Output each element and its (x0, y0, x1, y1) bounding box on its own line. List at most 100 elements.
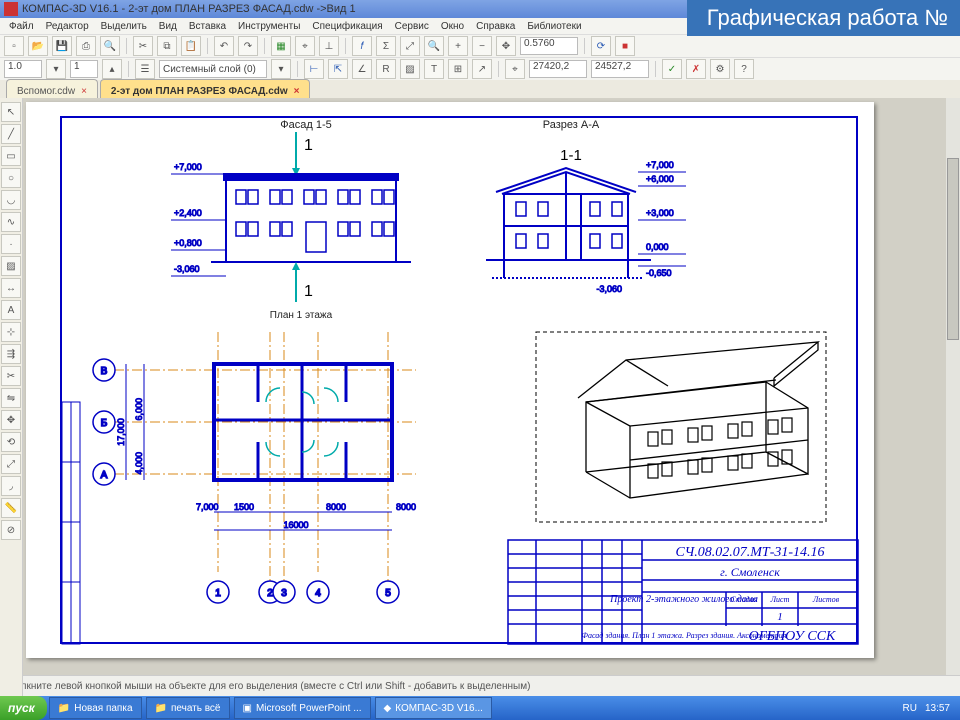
menu-view[interactable]: Вид (154, 21, 182, 32)
scale-dd-icon[interactable]: ▾ (46, 59, 66, 79)
close-icon[interactable]: × (81, 86, 87, 97)
layers-icon[interactable]: ☰ (135, 59, 155, 79)
menu-editor[interactable]: Редактор (41, 21, 94, 32)
rect-icon[interactable]: ▭ (1, 146, 21, 166)
redo-icon[interactable]: ↷ (238, 36, 258, 56)
menu-libs[interactable]: Библиотеки (522, 21, 586, 32)
refresh-icon[interactable]: ⟳ (591, 36, 611, 56)
mirror-icon[interactable]: ⇋ (1, 388, 21, 408)
dim-tool-icon[interactable]: ↔ (1, 278, 21, 298)
coord-y[interactable]: 24527,2 (591, 60, 649, 78)
ortho-icon[interactable]: ⊥ (319, 36, 339, 56)
menu-insert[interactable]: Вставка (184, 21, 231, 32)
dim-align-icon[interactable]: ⇱ (328, 59, 348, 79)
cut-icon[interactable]: ✂ (133, 36, 153, 56)
arc-icon[interactable]: ◡ (1, 190, 21, 210)
line-icon[interactable]: ╱ (1, 124, 21, 144)
tab-doc-2[interactable]: 2-эт дом ПЛАН РАЗРЕЗ ФАСАД.cdw× (100, 79, 311, 100)
settings-icon[interactable]: ⚙ (710, 59, 730, 79)
task-print[interactable]: 📁печать всё (146, 697, 230, 719)
svg-text:Лист: Лист (770, 595, 790, 604)
menu-spec[interactable]: Спецификация (307, 21, 387, 32)
open-icon[interactable]: 📂 (28, 36, 48, 56)
ok-icon[interactable]: ✓ (662, 59, 682, 79)
menu-window[interactable]: Окно (436, 21, 469, 32)
text-tool-icon[interactable]: A (1, 300, 21, 320)
close-icon[interactable]: × (294, 86, 300, 97)
leader-icon[interactable]: ↗ (472, 59, 492, 79)
stop-icon[interactable]: ■ (615, 36, 635, 56)
zoom-in-icon[interactable]: + (448, 36, 468, 56)
scrollbar-vertical[interactable] (945, 98, 960, 686)
paste-icon[interactable]: 📋 (181, 36, 201, 56)
task-kompas[interactable]: ◆КОМПАС-3D V16... (375, 697, 492, 719)
zoom-win-icon[interactable]: 🔍 (424, 36, 444, 56)
menu-help[interactable]: Справка (471, 21, 520, 32)
scale-field[interactable]: 1.0 (4, 60, 42, 78)
break-icon[interactable]: ⊘ (1, 520, 21, 540)
sep (128, 61, 129, 77)
zoom-field[interactable]: 0.5760 (520, 37, 578, 55)
spline-icon[interactable]: ∿ (1, 212, 21, 232)
preview-icon[interactable]: 🔍 (100, 36, 120, 56)
start-button[interactable]: пуск (0, 696, 47, 720)
app-icon (4, 2, 18, 16)
move-icon[interactable]: ✥ (1, 410, 21, 430)
library-icon[interactable]: 𝑓 (352, 36, 372, 56)
dim-rad-icon[interactable]: R (376, 59, 396, 79)
zoom-out-icon[interactable]: − (472, 36, 492, 56)
fillet-icon[interactable]: ◞ (1, 476, 21, 496)
point-icon[interactable]: · (1, 234, 21, 254)
copy-icon[interactable]: ⧉ (157, 36, 177, 56)
trim-icon[interactable]: ✂ (1, 366, 21, 386)
menu-file[interactable]: Файл (4, 21, 39, 32)
table-icon[interactable]: ⊞ (448, 59, 468, 79)
task-powerpoint[interactable]: ▣Microsoft PowerPoint ... (234, 697, 371, 719)
tab-doc-1[interactable]: Вспомог.cdw× (6, 79, 98, 100)
undo-icon[interactable]: ↶ (214, 36, 234, 56)
menu-tools[interactable]: Инструменты (233, 21, 305, 32)
spin-up-icon[interactable]: ▴ (102, 59, 122, 79)
menu-service[interactable]: Сервис (390, 21, 434, 32)
save-icon[interactable]: 💾 (52, 36, 72, 56)
layer-dd-icon[interactable]: ▾ (271, 59, 291, 79)
scale-tool-icon[interactable]: ⤢ (1, 454, 21, 474)
drawing-canvas[interactable]: Фасад 1-5 1 +7,000 +2,400 +0,800 -3,060 (22, 98, 946, 686)
dim-ang-icon[interactable]: ∠ (352, 59, 372, 79)
task-folder[interactable]: 📁Новая папка (49, 697, 142, 719)
svg-text:6,000: 6,000 (134, 398, 144, 421)
svg-text:+7,000: +7,000 (646, 160, 674, 170)
circle-icon[interactable]: ○ (1, 168, 21, 188)
hatch-icon[interactable]: ▨ (400, 59, 420, 79)
axis-icon[interactable]: ⊹ (1, 322, 21, 342)
help-icon[interactable]: ? (734, 59, 754, 79)
dim-linear-icon[interactable]: ⊢ (304, 59, 324, 79)
toolbar-view: 1.0 ▾ 1 ▴ ☰ Системный слой (0) ▾ ⊢ ⇱ ∠ R… (0, 57, 960, 80)
svg-text:Б: Б (101, 418, 108, 429)
svg-text:Листов: Листов (812, 595, 840, 604)
grid-icon[interactable]: ▦ (271, 36, 291, 56)
scroll-thumb[interactable] (947, 158, 959, 340)
new-icon[interactable]: ▫ (4, 36, 24, 56)
coord-toggle-icon[interactable]: ⌖ (505, 59, 525, 79)
spin-field[interactable]: 1 (70, 60, 98, 78)
hatch-tool-icon[interactable]: ▨ (1, 256, 21, 276)
text-icon[interactable]: T (424, 59, 444, 79)
pointer-icon[interactable]: ↖ (1, 102, 21, 122)
lang-indicator[interactable]: RU (903, 703, 917, 714)
offset-icon[interactable]: ⇶ (1, 344, 21, 364)
system-tray[interactable]: RU 13:57 (893, 703, 960, 714)
cancel-icon[interactable]: ✗ (686, 59, 706, 79)
rotate-icon[interactable]: ⟲ (1, 432, 21, 452)
measure-icon[interactable]: 📏 (1, 498, 21, 518)
status-text: Щелкните левой кнопкой мыши на объекте д… (6, 681, 530, 692)
plan-view: План 1 этажа (93, 310, 416, 603)
menu-select[interactable]: Выделить (96, 21, 152, 32)
pan-icon[interactable]: ✥ (496, 36, 516, 56)
zoom-fit-icon[interactable]: ⤢ (400, 36, 420, 56)
snap-icon[interactable]: ⌖ (295, 36, 315, 56)
print-icon[interactable]: ⎙ (76, 36, 96, 56)
coord-x[interactable]: 27420,2 (529, 60, 587, 78)
layer-combo[interactable]: Системный слой (0) (159, 60, 267, 78)
vars-icon[interactable]: Σ (376, 36, 396, 56)
